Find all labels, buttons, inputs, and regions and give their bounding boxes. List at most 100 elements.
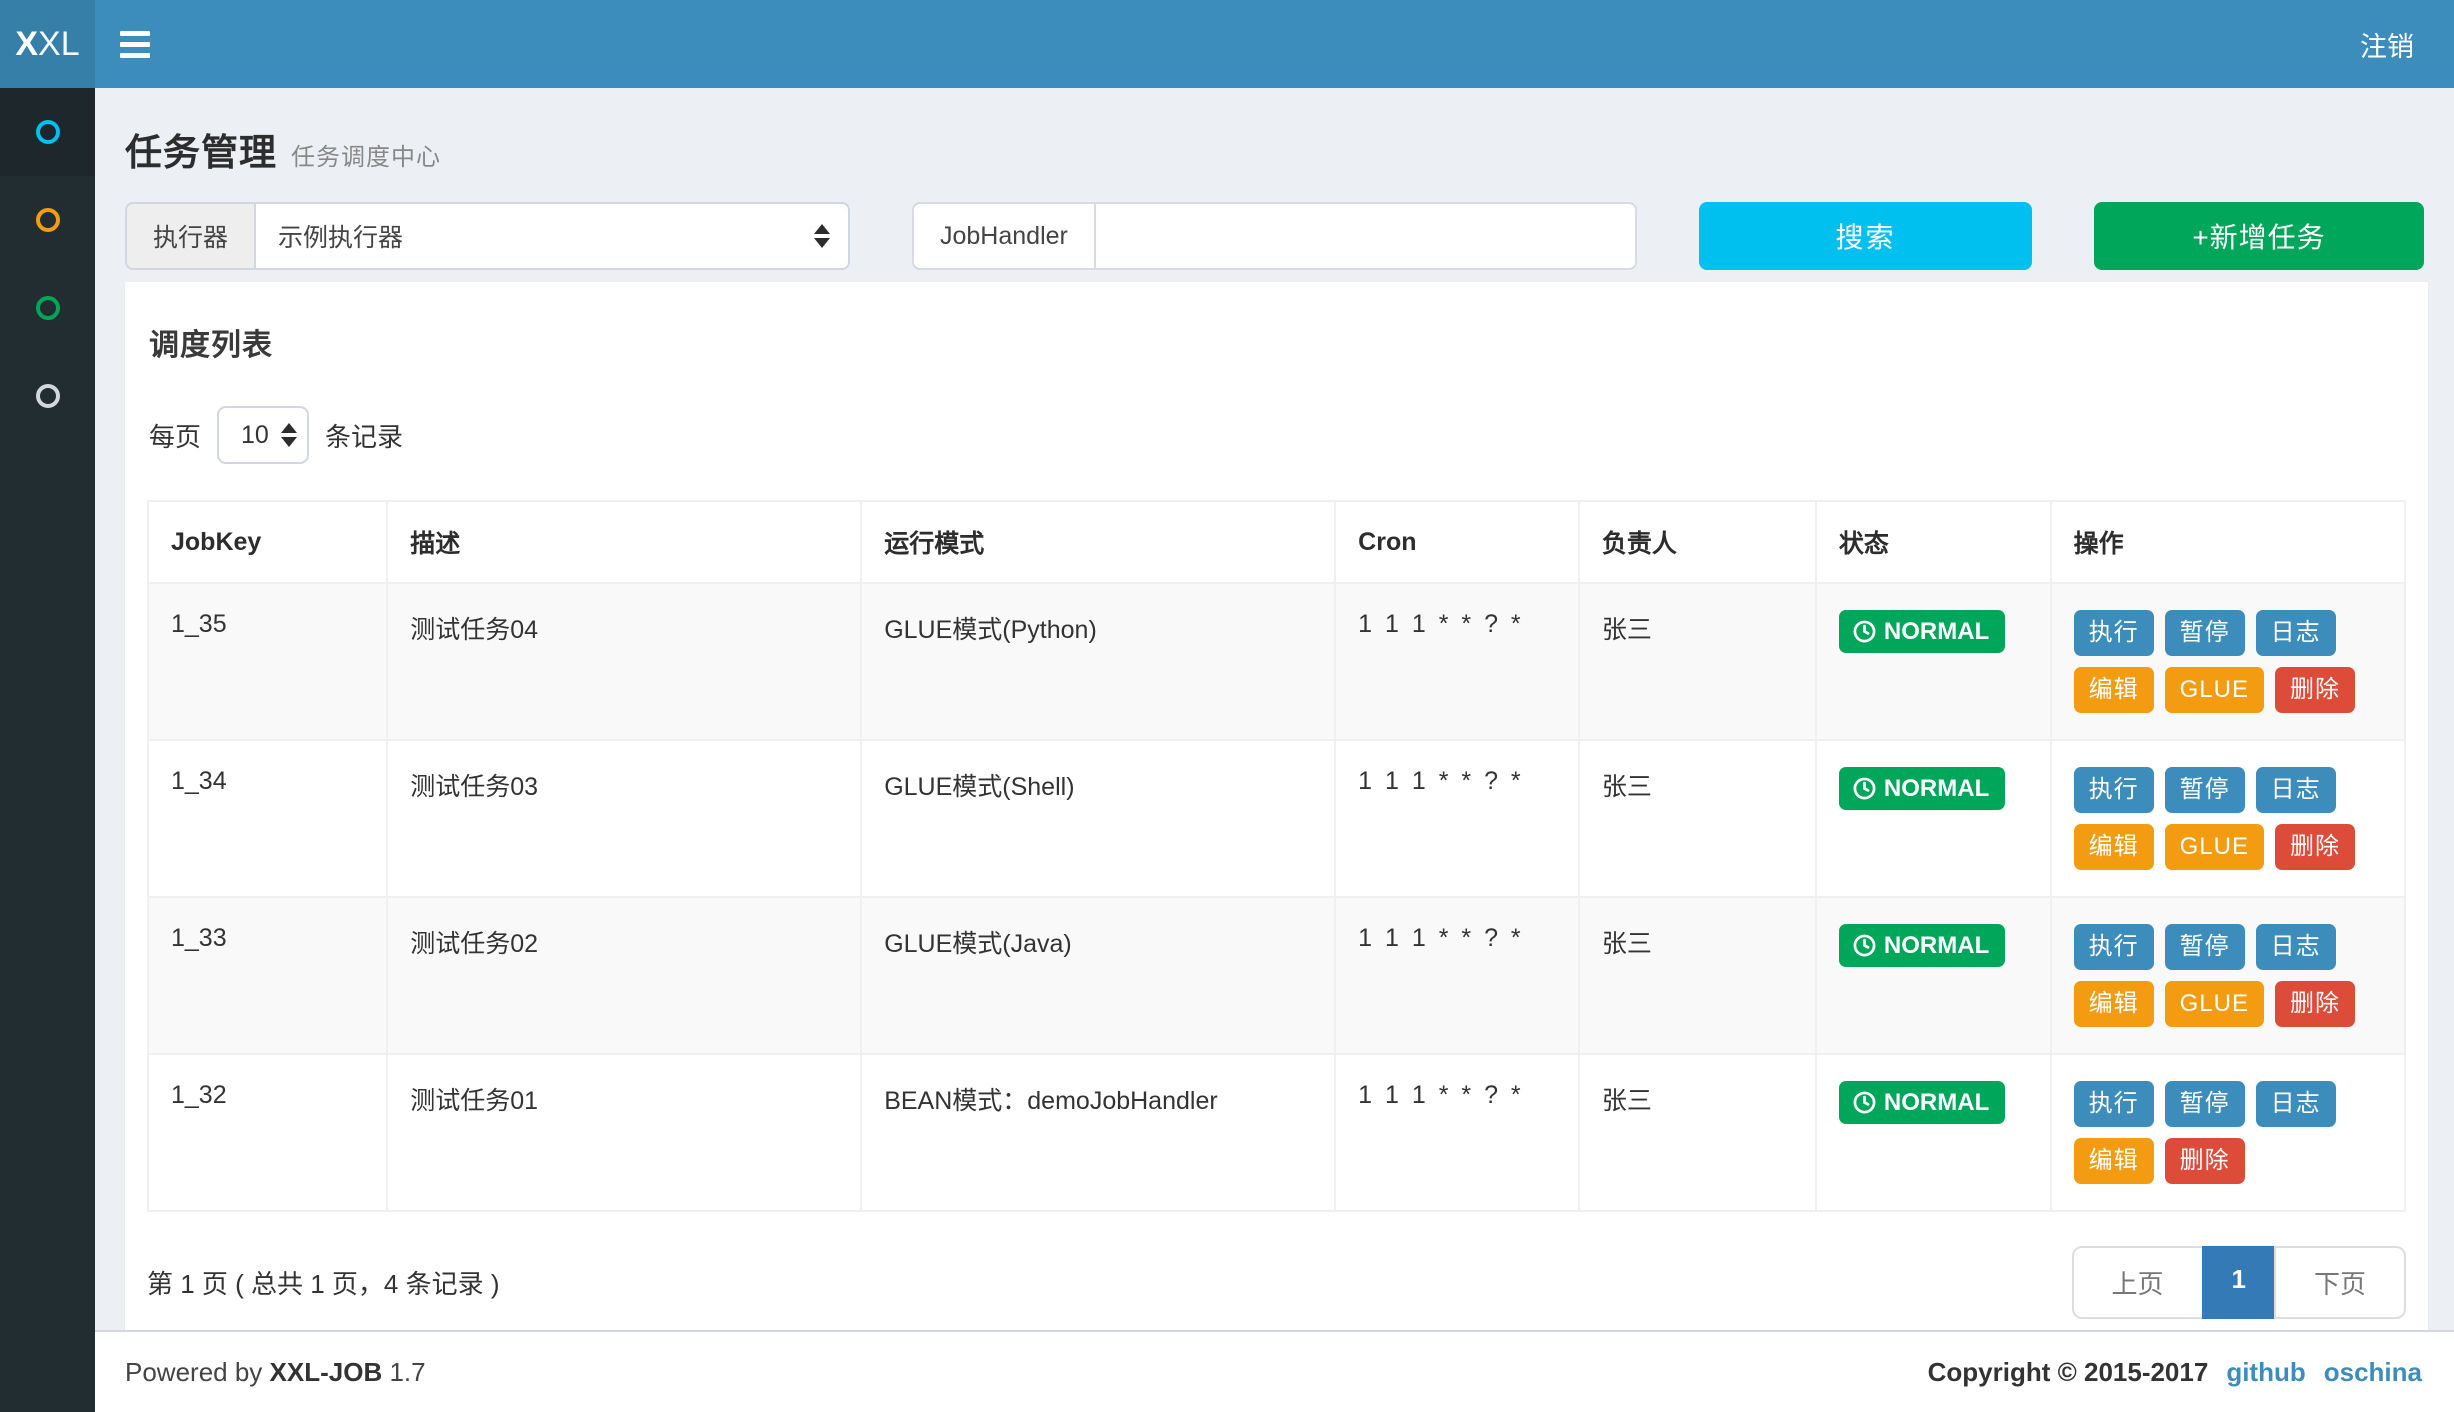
status-text: NORMAL <box>1884 934 1989 958</box>
log-button[interactable]: 日志 <box>2256 767 2336 813</box>
run-button[interactable]: 执行 <box>2074 924 2154 970</box>
edit-button[interactable]: 编辑 <box>2074 824 2154 870</box>
sidebar-item-1[interactable] <box>0 88 95 176</box>
current-page-button[interactable]: 1 <box>2202 1246 2276 1319</box>
job-actions: 执行暂停日志编辑删除 <box>2074 1081 2382 1184</box>
copyright-text: Copyright © 2015-2017 <box>1928 1357 2209 1388</box>
sidebar-item-2[interactable] <box>0 176 95 264</box>
edit-button[interactable]: 编辑 <box>2074 667 2154 713</box>
job-cron: 1 1 1 * * ? * <box>1335 740 1579 897</box>
job-description: 测试任务02 <box>387 897 861 1054</box>
prev-page-button[interactable]: 上页 <box>2072 1246 2204 1319</box>
executor-filter-group: 执行器 示例执行器 <box>125 202 850 270</box>
edit-button[interactable]: 编辑 <box>2074 1138 2154 1184</box>
status-badge: NORMAL <box>1839 610 2005 653</box>
column-header: 负责人 <box>1579 501 1816 583</box>
add-job-button[interactable]: +新增任务 <box>2094 202 2424 270</box>
page-subtitle: 任务调度中心 <box>291 144 441 171</box>
pause-button[interactable]: 暂停 <box>2165 1081 2245 1127</box>
job-key: 1_35 <box>148 583 387 740</box>
log-button[interactable]: 日志 <box>2256 924 2336 970</box>
page-size-value: 10 <box>241 421 269 450</box>
circle-icon <box>36 384 60 408</box>
page-size-prefix: 每页 <box>149 417 201 454</box>
delete-button[interactable]: 删除 <box>2275 824 2355 870</box>
job-actions-cell: 执行暂停日志编辑GLUE删除 <box>2051 740 2405 897</box>
job-owner: 张三 <box>1579 1054 1816 1211</box>
job-mode: GLUE模式(Python) <box>861 583 1335 740</box>
logout-link[interactable]: 注销 <box>2320 0 2454 88</box>
clock-icon <box>1852 933 1877 958</box>
run-button[interactable]: 执行 <box>2074 767 2154 813</box>
footer-links: github oschina <box>2226 1357 2422 1388</box>
pause-button[interactable]: 暂停 <box>2165 924 2245 970</box>
page-size-select[interactable]: 10 <box>217 406 309 464</box>
oschina-link[interactable]: oschina <box>2324 1357 2422 1388</box>
jobhandler-input[interactable] <box>1094 202 1637 270</box>
select-arrows-icon <box>281 423 297 447</box>
log-button[interactable]: 日志 <box>2256 610 2336 656</box>
sidebar-item-3[interactable] <box>0 264 95 352</box>
job-status-cell: NORMAL <box>1816 583 2051 740</box>
page-title: 任务管理 <box>125 132 277 173</box>
product-version: 1.7 <box>389 1357 425 1387</box>
panel-title: 调度列表 <box>149 320 2406 364</box>
sidebar <box>0 88 95 1412</box>
job-actions-cell: 执行暂停日志编辑GLUE删除 <box>2051 897 2405 1054</box>
filter-toolbar: 执行器 示例执行器 JobHandler 搜索 +新增任务 <box>95 202 2454 270</box>
sidebar-toggle-button[interactable] <box>95 0 175 88</box>
job-mode: BEAN模式：demoJobHandler <box>861 1054 1335 1211</box>
circle-icon <box>36 296 60 320</box>
sidebar-nav <box>0 88 95 440</box>
status-text: NORMAL <box>1884 777 1989 801</box>
pagination-info: 第 1 页 ( 总共 1 页，4 条记录 ) <box>147 1264 500 1301</box>
glue-button[interactable]: GLUE <box>2165 981 2264 1027</box>
glue-button[interactable]: GLUE <box>2165 667 2264 713</box>
column-header: 状态 <box>1816 501 2051 583</box>
circle-icon <box>36 208 60 232</box>
job-actions: 执行暂停日志编辑GLUE删除 <box>2074 610 2382 713</box>
product-name: XXL-JOB <box>270 1357 383 1387</box>
job-mode: GLUE模式(Shell) <box>861 740 1335 897</box>
next-page-button[interactable]: 下页 <box>2274 1246 2406 1319</box>
executor-label: 执行器 <box>125 202 254 270</box>
schedule-list-panel: 调度列表 每页 10 条记录 JobKey描述运行模式Cron负责人状态操作 1… <box>125 282 2428 1345</box>
powered-by: Powered by XXL-JOB 1.7 <box>125 1357 426 1388</box>
job-mode: GLUE模式(Java) <box>861 897 1335 1054</box>
job-description: 测试任务01 <box>387 1054 861 1211</box>
column-header: 运行模式 <box>861 501 1335 583</box>
main-content: 任务管理任务调度中心 执行器 示例执行器 JobHandler 搜索 +新增任务… <box>95 88 2454 1412</box>
glue-button[interactable]: GLUE <box>2165 824 2264 870</box>
sidebar-item-4[interactable] <box>0 352 95 440</box>
delete-button[interactable]: 删除 <box>2275 981 2355 1027</box>
run-button[interactable]: 执行 <box>2074 1081 2154 1127</box>
clock-icon <box>1852 1090 1877 1115</box>
footer-right: Copyright © 2015-2017 github oschina <box>1928 1357 2422 1388</box>
edit-button[interactable]: 编辑 <box>2074 981 2154 1027</box>
app-logo[interactable]: XXL <box>0 0 95 88</box>
select-arrows-icon <box>814 224 830 248</box>
status-text: NORMAL <box>1884 1091 1989 1115</box>
delete-button[interactable]: 删除 <box>2165 1138 2245 1184</box>
status-badge: NORMAL <box>1839 924 2005 967</box>
job-table: JobKey描述运行模式Cron负责人状态操作 1_35测试任务04GLUE模式… <box>147 500 2406 1212</box>
hamburger-icon <box>120 31 150 36</box>
delete-button[interactable]: 删除 <box>2275 667 2355 713</box>
github-link[interactable]: github <box>2226 1357 2305 1388</box>
pager: 上页 1 下页 <box>2072 1246 2407 1319</box>
top-navbar: XXL 注销 <box>0 0 2454 88</box>
job-owner: 张三 <box>1579 897 1816 1054</box>
job-cron: 1 1 1 * * ? * <box>1335 583 1579 740</box>
job-description: 测试任务04 <box>387 583 861 740</box>
run-button[interactable]: 执行 <box>2074 610 2154 656</box>
executor-select[interactable]: 示例执行器 <box>254 202 850 270</box>
pause-button[interactable]: 暂停 <box>2165 767 2245 813</box>
main-footer: Powered by XXL-JOB 1.7 Copyright © 2015-… <box>95 1330 2454 1412</box>
table-body: 1_35测试任务04GLUE模式(Python)1 1 1 * * ? *张三N… <box>148 583 2405 1211</box>
log-button[interactable]: 日志 <box>2256 1081 2336 1127</box>
pause-button[interactable]: 暂停 <box>2165 610 2245 656</box>
table-row: 1_32测试任务01BEAN模式：demoJobHandler1 1 1 * *… <box>148 1054 2405 1211</box>
search-button[interactable]: 搜索 <box>1699 202 2032 270</box>
hamburger-icon <box>120 42 150 47</box>
job-status-cell: NORMAL <box>1816 740 2051 897</box>
